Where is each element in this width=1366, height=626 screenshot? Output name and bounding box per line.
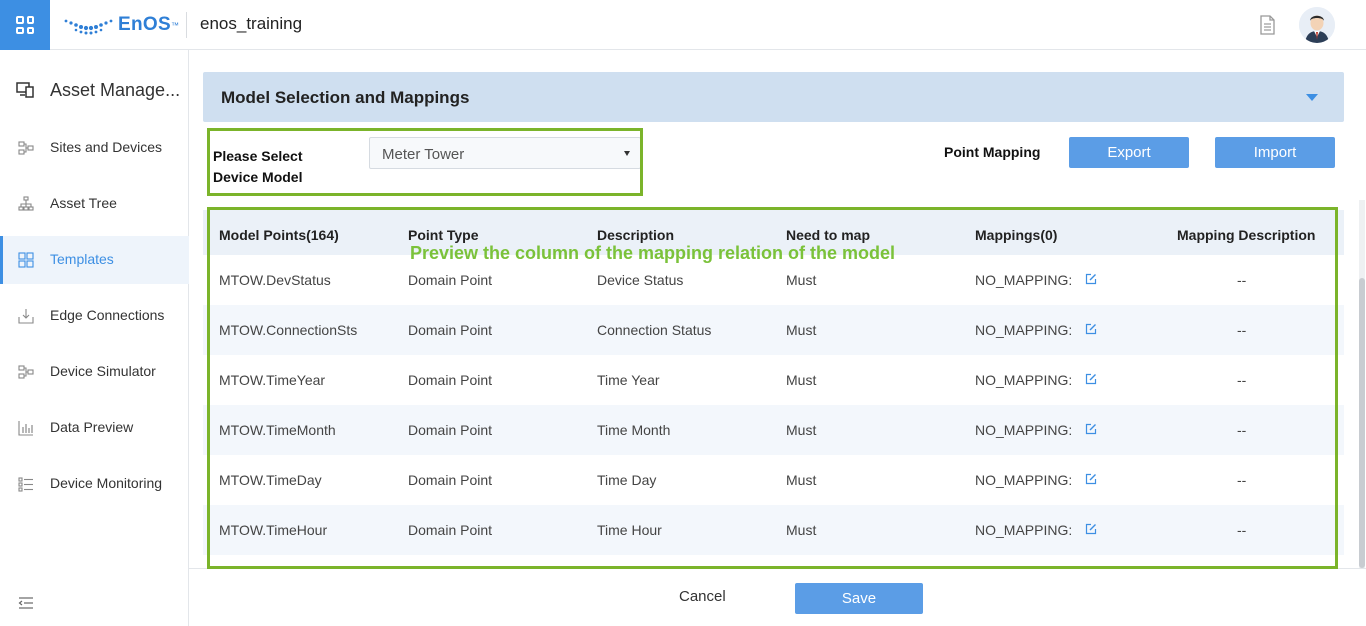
top-bar: EnOS ™ enos_training [0,0,1366,50]
asset-tree-icon [18,196,34,211]
sidebar-item-sites-and-devices[interactable]: Sites and Devices [0,124,189,172]
sidebar-item-device-simulator[interactable]: Device Simulator [0,348,189,396]
organization-name[interactable]: enos_training [200,14,302,34]
sidebar-item-data-preview[interactable]: Data Preview [0,404,189,452]
sidebar-item-asset-tree[interactable]: Asset Tree [0,180,189,228]
templates-icon [18,252,34,268]
sidebar-header[interactable]: Asset Manage... [0,66,189,116]
enos-wave-logo-icon [64,19,113,35]
user-avatar[interactable] [1299,7,1335,43]
sidebar-item-label: Edge Connections [50,307,165,323]
logo-trademark: ™ [170,20,179,30]
sidebar-item-edge-connections[interactable]: Edge Connections [0,292,189,340]
header-divider [186,12,187,38]
sidebar-item-label: Asset Tree [50,195,117,211]
data-preview-icon [18,421,33,436]
apps-grid-icon [16,16,34,34]
import-button[interactable]: Import [1215,137,1335,168]
device-monitoring-icon [18,477,33,492]
document-icon[interactable] [1258,15,1276,35]
device-simulator-icon [18,365,34,379]
model-selection-section-header[interactable]: Model Selection and Mappings [203,72,1344,122]
export-button[interactable]: Export [1069,137,1189,168]
enos-logo[interactable]: EnOS ™ [62,14,179,36]
sidebar-title: Asset Manage... [50,80,181,100]
sidebar-item-device-monitoring[interactable]: Device Monitoring [0,460,189,508]
sidebar-item-label: Device Simulator [50,363,156,379]
logo-text: EnOS [118,14,171,35]
cancel-button[interactable]: Cancel [679,588,726,605]
caret-down-icon[interactable] [1306,94,1318,101]
section-title: Model Selection and Mappings [221,88,470,107]
save-button[interactable]: Save [795,583,923,614]
sidebar: Asset Manage... Sites and Devices Asset … [0,50,189,626]
asset-management-icon [16,82,34,98]
form-footer: Cancel Save [189,568,1366,626]
sites-devices-icon [18,141,34,155]
sidebar-item-label: Sites and Devices [50,139,163,155]
point-mapping-label: Point Mapping [944,144,1041,160]
sidebar-item-templates[interactable]: Templates [0,236,189,284]
sidebar-item-label: Device Monitoring [50,475,163,491]
app-menu-button[interactable] [0,0,50,50]
user-avatar-icon [1299,7,1335,43]
sidebar-item-label: Templates [50,251,114,267]
table-scrollbar-thumb[interactable] [1359,278,1365,568]
highlight-box-model-select [207,128,643,196]
edge-connections-icon [18,309,34,324]
collapse-sidebar-icon[interactable] [18,596,34,610]
annotation-text: Preview the column of the mapping relati… [410,243,896,263]
sidebar-item-label: Data Preview [50,419,134,435]
